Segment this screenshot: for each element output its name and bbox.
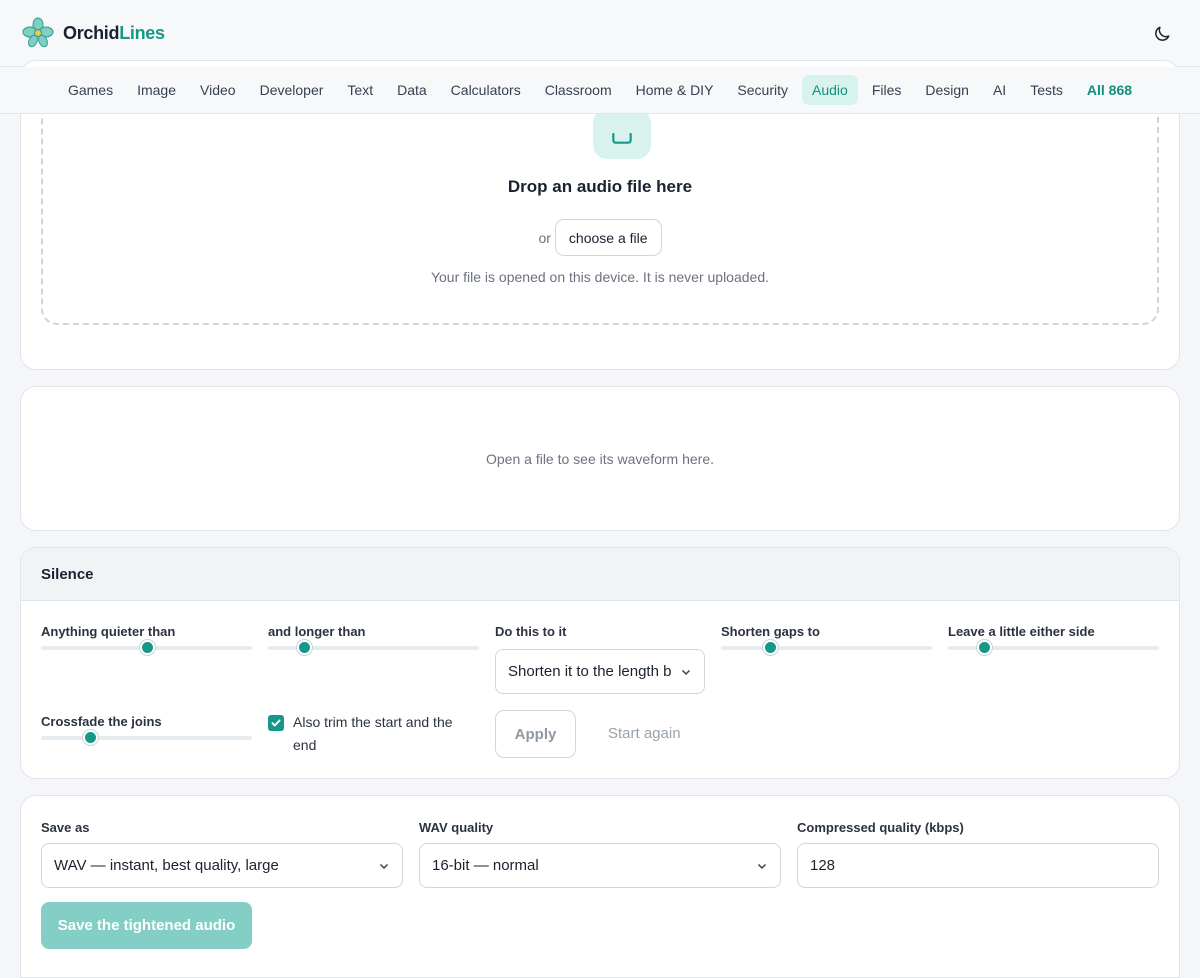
- wav-quality-label: WAV quality: [419, 820, 494, 835]
- dropzone-or-row: or choose a file: [43, 219, 1157, 256]
- threshold-label: Anything quieter than: [41, 624, 176, 639]
- nav-item-image[interactable]: Image: [127, 75, 186, 105]
- wav-quality-select[interactable]: 16-bit — normal: [419, 843, 781, 888]
- padding-label: Leave a little either side: [948, 624, 1095, 639]
- moon-icon: [1155, 26, 1170, 41]
- theme-toggle-button[interactable]: [1150, 22, 1174, 46]
- nav-item-all[interactable]: All 868: [1077, 75, 1142, 105]
- top-bar: OrchidLines: [0, 0, 1200, 67]
- action-label: Do this to it: [495, 624, 567, 639]
- nav-item-video[interactable]: Video: [190, 75, 246, 105]
- trim-checkbox[interactable]: [268, 715, 284, 731]
- brand-name: OrchidLines: [63, 23, 165, 44]
- shorten-to-control: Shorten gaps to: [721, 624, 932, 655]
- privacy-note: Your file is opened on this device. It i…: [430, 269, 770, 285]
- apply-button[interactable]: Apply: [495, 710, 576, 758]
- padding-slider-thumb[interactable]: [976, 640, 992, 655]
- min-length-slider-thumb[interactable]: [296, 640, 312, 655]
- shorten-to-label: Shorten gaps to: [721, 624, 820, 639]
- audio-dropzone[interactable]: Drop an audio file here or choose a file…: [41, 81, 1159, 325]
- padding-control: Leave a little either side: [948, 624, 1159, 655]
- brand-name-part2: Lines: [119, 22, 165, 43]
- crossfade-slider[interactable]: [41, 730, 252, 745]
- waveform-card: Open a file to see its waveform here.: [20, 386, 1180, 531]
- padding-slider[interactable]: [948, 640, 1159, 655]
- threshold-control: Anything quieter than: [41, 624, 252, 655]
- file-icon: [593, 109, 651, 159]
- category-nav: Games Image Video Developer Text Data Ca…: [0, 67, 1200, 114]
- trim-label: Also trim the start and the end: [293, 714, 453, 753]
- bitrate-input[interactable]: [797, 843, 1159, 888]
- min-length-label: and longer than: [268, 624, 366, 639]
- nav-item-games[interactable]: Games: [58, 75, 123, 105]
- nav-item-security[interactable]: Security: [727, 75, 798, 105]
- start-again-button[interactable]: Start again: [608, 725, 681, 742]
- nav-item-tests[interactable]: Tests: [1020, 75, 1073, 105]
- wav-quality-select-value: 16-bit — normal: [432, 857, 539, 874]
- crossfade-control: Crossfade the joins: [41, 714, 252, 745]
- nav-item-calculators[interactable]: Calculators: [441, 75, 531, 105]
- chevron-down-icon: [681, 669, 691, 675]
- nav-item-design[interactable]: Design: [915, 75, 979, 105]
- silence-title: Silence: [21, 548, 1179, 601]
- threshold-slider[interactable]: [41, 640, 252, 655]
- min-length-control: and longer than: [268, 624, 479, 655]
- bitrate-label: Compressed quality (kbps): [797, 820, 964, 835]
- trim-control: Also trim the start and the end: [268, 711, 473, 757]
- format-select-value: WAV — instant, best quality, large: [54, 857, 279, 874]
- chevron-down-icon: [379, 863, 389, 869]
- nav-item-data[interactable]: Data: [387, 75, 437, 105]
- shorten-to-slider[interactable]: [721, 640, 932, 655]
- chevron-down-icon: [757, 863, 767, 869]
- nav-item-ai[interactable]: AI: [983, 75, 1016, 105]
- threshold-slider-thumb[interactable]: [139, 640, 155, 655]
- action-select-value: Shorten it to the length below: [508, 663, 672, 680]
- nav-item-developer[interactable]: Developer: [250, 75, 334, 105]
- save-audio-button[interactable]: Save the tightened audio: [41, 902, 252, 949]
- shorten-to-slider-thumb[interactable]: [762, 640, 778, 655]
- nav-item-home-diy[interactable]: Home & DIY: [626, 75, 724, 105]
- nav-item-text[interactable]: Text: [337, 75, 383, 105]
- brand-name-part1: Orchid: [63, 22, 120, 43]
- choose-file-button[interactable]: choose a file: [554, 219, 662, 256]
- nav-item-audio[interactable]: Audio: [802, 75, 858, 105]
- waveform-placeholder: Open a file to see its waveform here.: [486, 451, 714, 467]
- brand-logo[interactable]: OrchidLines: [22, 17, 165, 49]
- or-text: or: [538, 229, 551, 246]
- min-length-slider[interactable]: [268, 640, 479, 655]
- crossfade-slider-thumb[interactable]: [82, 730, 98, 745]
- format-label: Save as: [41, 820, 90, 835]
- action-select[interactable]: Shorten it to the length below: [495, 649, 705, 694]
- save-card: Save as WAV — instant, best quality, lar…: [20, 795, 1180, 978]
- nav-item-files[interactable]: Files: [862, 75, 912, 105]
- orchid-icon: [22, 17, 54, 48]
- silence-card: Silence Anything quieter than and longer…: [20, 547, 1180, 779]
- dropzone-title: Drop an audio file here: [507, 177, 693, 196]
- nav-item-classroom[interactable]: Classroom: [535, 75, 622, 105]
- check-icon: [271, 719, 281, 727]
- action-control: Do this to it: [495, 624, 706, 639]
- crossfade-label: Crossfade the joins: [41, 714, 162, 729]
- format-select[interactable]: WAV — instant, best quality, large: [41, 843, 403, 888]
